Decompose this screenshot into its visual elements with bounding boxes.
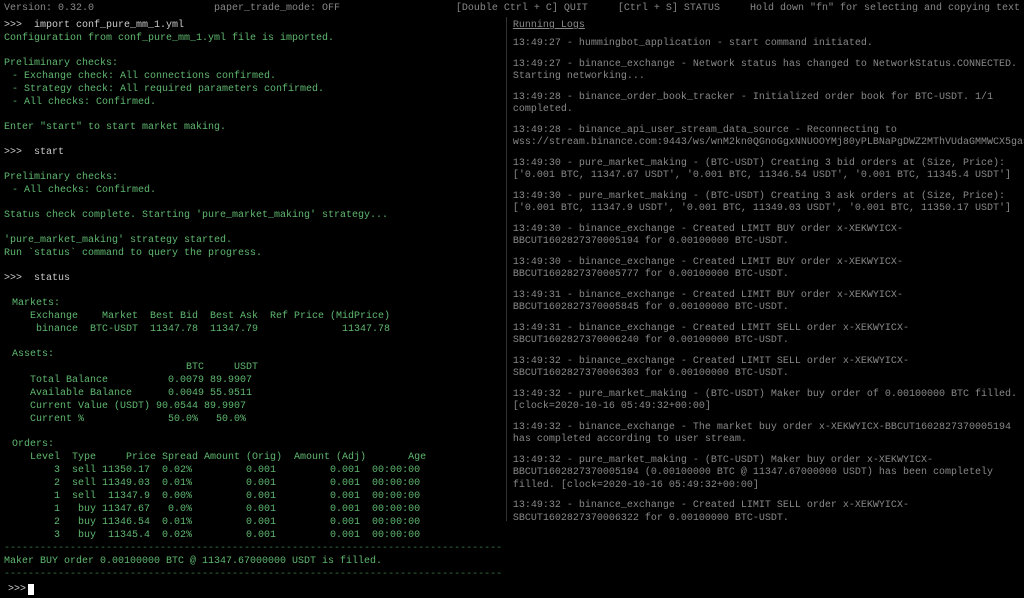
order-row: 1 buy 11347.67 0.0% 0.001 0.001 00:00:00 — [4, 503, 502, 516]
orders-header: Level Type Price Spread Amount (Orig) Am… — [4, 451, 502, 464]
paper-trade-label: paper_trade_mode: OFF — [214, 2, 340, 15]
import-message: Configuration from conf_pure_mm_1.yml fi… — [4, 32, 502, 45]
logs-pane[interactable]: Running Logs 13:49:27 - hummingbot_appli… — [507, 17, 1024, 521]
start-command: >>> start — [4, 146, 502, 159]
markets-title: Markets: — [4, 297, 502, 310]
log-entry: 13:49:32 - binance_exchange - Created LI… — [513, 356, 1018, 381]
prelim2-title: Preliminary checks: — [4, 171, 502, 184]
log-entry: 13:49:30 - binance_exchange - Created LI… — [513, 224, 1018, 249]
log-entry: 13:49:31 - binance_exchange - Created LI… — [513, 323, 1018, 348]
check-all: - All checks: Confirmed. — [4, 96, 502, 109]
order-row: 3 buy 11345.4 0.02% 0.001 0.001 00:00:00 — [4, 529, 502, 542]
log-entry: 13:49:30 - binance_exchange - Created LI… — [513, 257, 1018, 282]
fn-hint: Hold down "fn" for selecting and copying… — [750, 2, 1020, 15]
current-value: Current Value (USDT) 90.0544 89.9907 — [4, 400, 502, 413]
check-exchange: - Exchange check: All connections confir… — [4, 70, 502, 83]
log-entry: 13:49:30 - pure_market_making - (BTC-USD… — [513, 158, 1018, 183]
import-command: >>> import conf_pure_mm_1.yml — [4, 19, 502, 32]
order-row: 2 sell 11349.03 0.01% 0.001 0.001 00:00:… — [4, 477, 502, 490]
log-entry: 13:49:32 - binance_exchange - The market… — [513, 422, 1018, 447]
assets-header: BTC USDT — [4, 361, 502, 374]
current-pct: Current % 50.0% 50.0% — [4, 413, 502, 426]
orders-title: Orders: — [4, 438, 502, 451]
start-hint: Enter "start" to start market making. — [4, 121, 502, 134]
version-label: Version: 0.32.0 — [4, 2, 94, 15]
log-entry: 13:49:28 - binance_order_book_tracker - … — [513, 92, 1018, 117]
fill-message: Maker BUY order 0.00100000 BTC @ 11347.6… — [4, 555, 502, 568]
check-strategy: - Strategy check: All required parameter… — [4, 83, 502, 96]
available-balance: Available Balance 0.0049 55.9511 — [4, 387, 502, 400]
logs-title: Running Logs — [513, 19, 1018, 32]
order-row: 3 sell 11350.17 0.02% 0.001 0.001 00:00:… — [4, 464, 502, 477]
strategy-started: 'pure_market_making' strategy started. — [4, 234, 502, 247]
log-entry: 13:49:28 - binance_api_user_stream_data_… — [513, 125, 1018, 150]
prelim-title: Preliminary checks: — [4, 57, 502, 70]
prompt-symbol: >>> — [8, 583, 26, 596]
log-entry: 13:49:27 - binance_exchange - Network st… — [513, 59, 1018, 84]
status-hint: [Ctrl + S] STATUS — [618, 2, 720, 15]
status-complete: Status check complete. Starting 'pure_ma… — [4, 209, 502, 222]
header-bar: Version: 0.32.0 paper_trade_mode: OFF [D… — [0, 0, 1024, 17]
quit-hint: [Double Ctrl + C] QUIT — [456, 2, 588, 15]
status-command: >>> status — [4, 272, 502, 285]
log-entry: 13:49:27 - hummingbot_application - star… — [513, 38, 1018, 51]
log-entry: 13:49:32 - pure_market_making - (BTC-USD… — [513, 455, 1018, 493]
markets-header: Exchange Market Best Bid Best Ask Ref Pr… — [4, 310, 502, 323]
prelim2-check: - All checks: Confirmed. — [4, 184, 502, 197]
divider: ----------------------------------------… — [4, 568, 502, 581]
run-status-hint: Run `status` command to query the progre… — [4, 247, 502, 260]
divider: ----------------------------------------… — [4, 542, 502, 555]
log-entry: 13:49:32 - pure_market_making - (BTC-USD… — [513, 389, 1018, 414]
total-balance: Total Balance 0.0079 89.9907 — [4, 374, 502, 387]
command-pane[interactable]: >>> import conf_pure_mm_1.yml Configurat… — [0, 17, 507, 521]
cursor-icon — [28, 584, 34, 595]
command-prompt[interactable]: >>> — [4, 581, 502, 598]
log-entry: 13:49:30 - pure_market_making - (BTC-USD… — [513, 191, 1018, 216]
log-entry: 13:49:31 - binance_exchange - Created LI… — [513, 290, 1018, 315]
order-row: 1 sell 11347.9 0.00% 0.001 0.001 00:00:0… — [4, 490, 502, 503]
assets-title: Assets: — [4, 348, 502, 361]
markets-row: binance BTC-USDT 11347.78 11347.79 11347… — [4, 323, 502, 336]
